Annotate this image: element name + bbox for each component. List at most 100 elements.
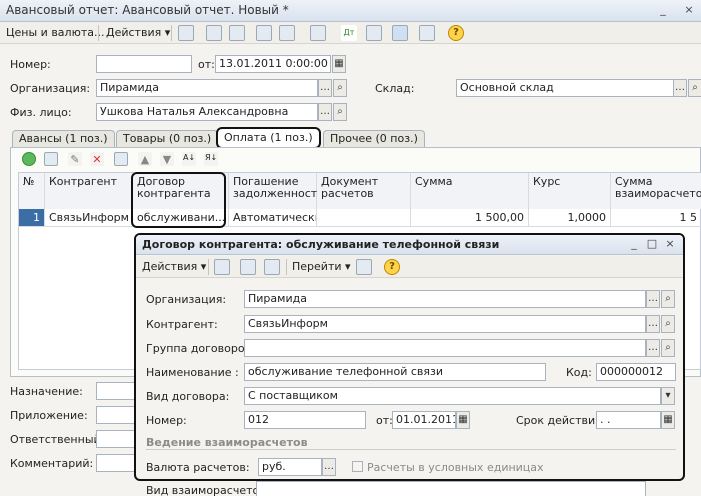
attachment-label: Приложение: <box>10 409 88 422</box>
tab-payment[interactable]: Оплата (1 поз.) <box>216 127 321 149</box>
dialog-currency-label: Валюта расчетов: <box>146 461 250 474</box>
tab-advances[interactable]: Авансы (1 поз.) <box>12 130 115 148</box>
search-icon[interactable]: ⌕ <box>661 339 675 357</box>
post-icon[interactable] <box>214 259 230 275</box>
minimize-button[interactable]: _ <box>626 237 642 251</box>
table-cell[interactable]: Автоматически <box>229 209 317 227</box>
warehouse-input[interactable]: Основной склад <box>456 79 674 97</box>
separator <box>98 25 99 41</box>
tab-goods[interactable]: Товары (0 поз.) <box>116 130 219 148</box>
edit-icon[interactable]: ✎ <box>68 152 82 166</box>
select-button[interactable]: … <box>646 315 660 333</box>
refresh-icon[interactable] <box>206 25 222 41</box>
minimize-button[interactable]: _ <box>655 3 671 17</box>
search-icon[interactable]: ⌕ <box>661 290 675 308</box>
separator <box>208 259 209 275</box>
responsible-input[interactable] <box>96 430 136 448</box>
list-icon[interactable] <box>419 25 435 41</box>
goto-label: Перейти <box>292 260 342 273</box>
move-up-icon[interactable]: ▲ <box>138 152 152 166</box>
purpose-input[interactable] <box>96 382 136 400</box>
column-header[interactable]: Сумма взаиморасчетов <box>611 173 701 209</box>
sort-asc-icon[interactable]: A↓ <box>182 152 196 166</box>
column-header[interactable]: Документ расчетов <box>317 173 411 209</box>
close-button[interactable]: × <box>662 237 678 251</box>
copy-icon[interactable] <box>264 259 280 275</box>
mutual-kind-input[interactable] <box>256 481 646 496</box>
add-row-icon[interactable] <box>22 152 36 166</box>
select-button[interactable]: … <box>318 103 332 121</box>
delete-icon[interactable]: ✕ <box>90 152 104 166</box>
refresh-icon[interactable] <box>240 259 256 275</box>
select-button[interactable]: … <box>646 290 660 308</box>
dialog-number-input[interactable]: 012 <box>244 411 366 429</box>
calendar-icon[interactable]: ▦ <box>661 411 675 429</box>
prices-currency-button[interactable]: Цены и валюта... <box>6 26 104 39</box>
dialog-code-input[interactable]: 000000012 <box>596 363 676 381</box>
comment-input[interactable] <box>96 454 136 472</box>
select-button[interactable]: … <box>318 79 332 97</box>
chevron-down-icon[interactable]: ▾ <box>661 387 675 405</box>
number-input[interactable] <box>96 55 192 73</box>
actions-label: Действия <box>106 26 162 39</box>
table-cell[interactable]: 1 <box>19 209 45 227</box>
calendar-icon[interactable]: ▦ <box>456 411 470 429</box>
dialog-actions-menu[interactable]: Действия ▾ <box>142 260 206 273</box>
column-header[interactable]: Погашение задолженности <box>229 173 324 209</box>
save-icon[interactable] <box>114 152 128 166</box>
help-icon[interactable]: ? <box>448 25 464 41</box>
org-input[interactable]: Пирамида <box>96 79 318 97</box>
actions-menu-button[interactable]: Действия ▾ <box>106 26 170 39</box>
dialog-contractor-input[interactable]: СвязьИнформ <box>244 315 646 333</box>
number-label: Номер: <box>10 58 51 71</box>
sort-desc-icon[interactable]: Я↓ <box>204 152 218 166</box>
search-icon[interactable]: ⌕ <box>688 79 701 97</box>
table-cell[interactable]: 1 5 <box>611 209 701 227</box>
structure-icon[interactable] <box>392 25 408 41</box>
column-header[interactable]: Курс <box>529 173 611 209</box>
person-label: Физ. лицо: <box>10 106 72 119</box>
search-icon[interactable]: ⌕ <box>661 315 675 333</box>
help-icon[interactable]: ? <box>384 259 400 275</box>
column-header[interactable]: Контрагент <box>45 173 133 209</box>
copy-row-icon[interactable] <box>44 152 58 166</box>
tab-other[interactable]: Прочее (0 поз.) <box>323 130 425 148</box>
main-window: Авансовый отчет: Авансовый отчет. Новый … <box>0 0 701 496</box>
table-cell[interactable]: 1 500,00 <box>411 209 529 227</box>
doc-icon[interactable] <box>256 25 272 41</box>
select-button[interactable]: … <box>646 339 660 357</box>
dialog-date-input[interactable]: 01.01.2011 <box>392 411 456 429</box>
column-header[interactable]: № <box>19 173 45 209</box>
table-cell[interactable]: СвязьИнформ <box>45 209 133 227</box>
attachment-input[interactable] <box>96 406 136 424</box>
maximize-button[interactable]: □ <box>644 237 660 251</box>
dialog-name-input[interactable]: обслуживание телефонной связи <box>244 363 546 381</box>
person-input[interactable]: Ушкова Наталья Александровна <box>96 103 318 121</box>
search-icon[interactable]: ⌕ <box>333 79 347 97</box>
table-cell[interactable] <box>317 209 411 227</box>
goto-menu[interactable]: Перейти ▾ <box>292 260 351 273</box>
dt-kt-icon[interactable]: Дт <box>341 25 357 41</box>
search-icon[interactable]: ⌕ <box>333 103 347 121</box>
date-input[interactable]: 13.01.2011 0:00:00 <box>215 55 331 73</box>
copy-icon[interactable] <box>229 25 245 41</box>
select-button[interactable]: … <box>322 458 336 476</box>
dialog-currency-input[interactable]: руб. <box>258 458 322 476</box>
move-down-icon[interactable]: ▼ <box>160 152 174 166</box>
doc-disabled-icon[interactable] <box>279 25 295 41</box>
column-header[interactable]: Сумма <box>411 173 529 209</box>
close-button[interactable]: × <box>681 3 697 17</box>
dialog-kind-select[interactable]: С поставщиком <box>244 387 661 405</box>
select-button[interactable]: … <box>673 79 687 97</box>
table-cell[interactable]: 1,0000 <box>529 209 611 227</box>
dialog-group-input[interactable] <box>244 339 646 357</box>
dialog-org-input[interactable]: Пирамида <box>244 290 646 308</box>
cond-units-checkbox[interactable] <box>352 461 363 472</box>
post-icon[interactable] <box>178 25 194 41</box>
list-icon[interactable] <box>356 259 372 275</box>
comment-label: Комментарий: <box>10 457 94 470</box>
dialog-term-input[interactable]: . . <box>596 411 661 429</box>
create-based-icon[interactable] <box>310 25 326 41</box>
report-icon[interactable] <box>366 25 382 41</box>
calendar-icon[interactable]: ▦ <box>332 55 346 73</box>
